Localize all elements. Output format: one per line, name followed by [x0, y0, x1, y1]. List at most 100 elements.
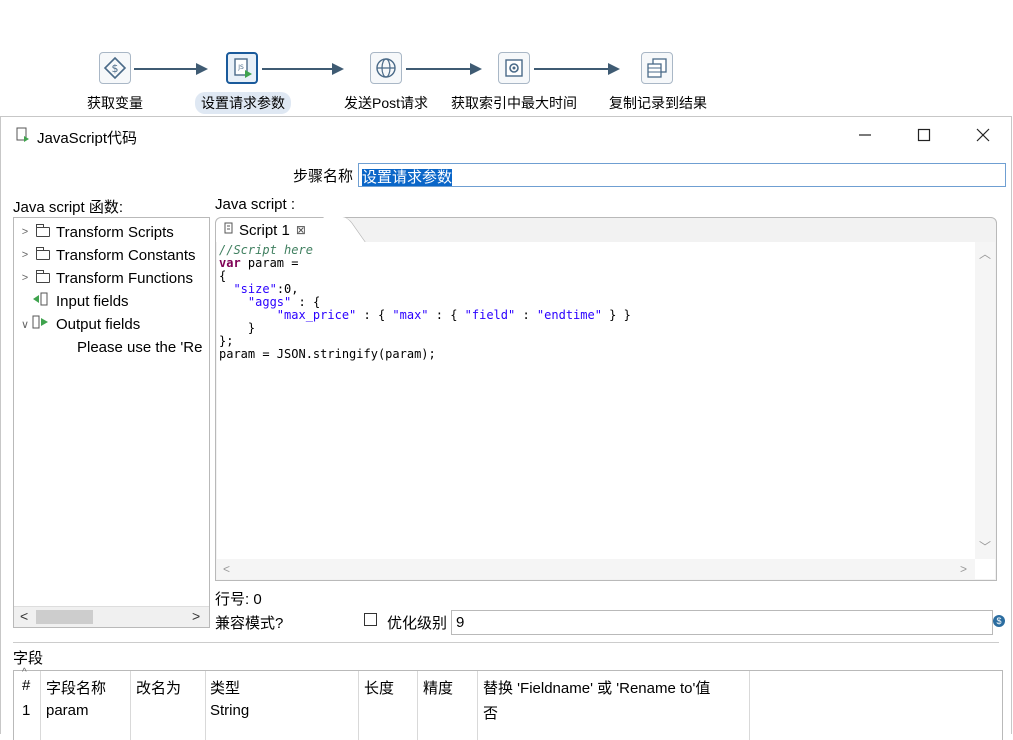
compat-mode-checkbox[interactable] — [364, 613, 377, 626]
code-text: } — [219, 321, 256, 335]
code-string: "size" — [233, 282, 277, 296]
close-tab-icon[interactable]: ⊠ — [296, 223, 306, 237]
transformation-canvas[interactable]: $ 获取变量 JS 设置请求参数 发送Post请求 获取索引中最大时间 复制记录… — [0, 0, 1013, 116]
column-divider — [130, 671, 131, 740]
tab-script-1[interactable]: Script 1 ⊠ — [216, 218, 344, 242]
column-header-precision[interactable]: 精度 — [423, 677, 453, 698]
scroll-left-icon[interactable]: < — [223, 562, 230, 576]
code-string: "aggs" — [247, 295, 292, 309]
step-label-set-request-params: 设置请求参数 — [195, 92, 291, 114]
step-get-variables[interactable]: $ — [96, 50, 136, 90]
cell-type[interactable]: String — [210, 702, 249, 719]
minimize-button[interactable] — [845, 121, 885, 149]
step-name-label: 步骤名称 — [293, 168, 354, 185]
code-text: : — [515, 308, 537, 322]
column-header-replace[interactable]: 替换 'Fieldname' 或 'Rename to'值 — [483, 677, 710, 698]
folder-icon — [36, 270, 50, 283]
scroll-right-icon[interactable]: > — [192, 608, 200, 624]
script-tab-icon — [224, 222, 234, 239]
code-keyword: var — [219, 256, 241, 270]
collapse-arrow-icon[interactable]: ∨ — [18, 318, 32, 331]
output-fields-icon — [32, 315, 56, 333]
step-copy-rows[interactable] — [638, 50, 678, 90]
column-divider — [205, 671, 206, 740]
script-code[interactable]: //Script here var param = { "size":0, "a… — [219, 244, 631, 361]
code-horizontal-scrollbar[interactable]: < > — [217, 559, 975, 579]
step-name-value: 设置请求参数 — [362, 169, 453, 186]
code-text: param = JSON.stringify(param); — [219, 347, 436, 361]
tree-item-hint[interactable]: Please use the 'Re — [77, 336, 202, 358]
column-divider — [358, 671, 359, 740]
close-icon — [976, 128, 990, 142]
column-header-num[interactable]: # — [22, 677, 30, 694]
tree-horizontal-scrollbar[interactable]: < > — [14, 606, 209, 627]
maximize-icon — [917, 128, 931, 142]
fields-table[interactable]: ^ # 字段名称 改名为 类型 长度 精度 替换 'Fieldname' 或 '… — [13, 667, 1003, 740]
step-set-request-params[interactable]: JS — [223, 50, 263, 90]
line-number-label: 行号: 0 — [215, 591, 262, 608]
expand-arrow-icon[interactable]: > — [18, 272, 32, 284]
column-header-length[interactable]: 长度 — [364, 677, 394, 698]
code-text: } } — [601, 308, 631, 322]
close-button[interactable] — [963, 121, 1003, 149]
step-send-post[interactable] — [367, 50, 407, 90]
scroll-up-icon[interactable]: ︿ — [979, 245, 991, 262]
hop-arrow — [134, 63, 208, 75]
scrollbar-thumb[interactable] — [36, 610, 93, 624]
optimization-level-value: 9 — [456, 614, 465, 631]
expand-arrow-icon[interactable]: > — [18, 249, 32, 261]
input-fields-icon — [32, 292, 56, 310]
expand-arrow-icon[interactable]: > — [18, 226, 32, 238]
code-text: param = — [240, 256, 299, 270]
optimization-level-input[interactable]: 9 — [451, 610, 993, 635]
tree-item-transform-constants[interactable]: > Transform Constants — [18, 244, 196, 266]
step-name-input[interactable]: 设置请求参数 — [358, 163, 1006, 187]
compat-mode-label: 兼容模式? — [215, 615, 284, 632]
svg-text:JS: JS — [237, 64, 244, 71]
tree-item-label: Transform Constants — [56, 246, 196, 264]
tree-item-label: Transform Scripts — [56, 223, 174, 241]
javascript-dialog: JavaScript代码 步骤名称 设置请求参数 Java script 函数:… — [0, 116, 1012, 740]
javascript-script-icon — [14, 127, 30, 148]
code-text: }; — [219, 334, 234, 348]
tree-item-input-fields[interactable]: Input fields — [18, 290, 129, 312]
step-get-max-time[interactable] — [495, 50, 535, 90]
functions-label: Java script 函数: — [13, 199, 124, 216]
tree-item-transform-functions[interactable]: > Transform Functions — [18, 267, 193, 289]
column-header-rename[interactable]: 改名为 — [136, 677, 181, 698]
dialog-title: JavaScript代码 — [37, 130, 138, 147]
step-label-copy-rows: 复制记录到结果 — [609, 95, 707, 111]
folder-icon — [36, 224, 50, 237]
scroll-right-icon[interactable]: > — [960, 562, 967, 576]
scroll-down-icon[interactable]: ﹀ — [979, 538, 991, 555]
code-string: "field" — [464, 308, 516, 322]
column-divider — [749, 671, 750, 740]
column-divider — [40, 671, 41, 740]
code-comment: //Script here — [219, 243, 313, 257]
scroll-left-icon[interactable]: < — [20, 608, 28, 624]
functions-tree[interactable]: > Transform Scripts > Transform Constant… — [13, 217, 210, 628]
code-vertical-scrollbar[interactable]: ︿ ﹀ — [975, 242, 995, 559]
column-divider — [477, 671, 478, 740]
cell-replace[interactable]: 否 — [483, 702, 498, 723]
code-text: :0, — [276, 282, 299, 296]
tree-item-transform-scripts[interactable]: > Transform Scripts — [18, 221, 174, 243]
column-header-type[interactable]: 类型 — [210, 677, 240, 698]
tree-item-output-fields[interactable]: ∨ Output fields — [18, 313, 140, 335]
tree-item-label: Transform Functions — [56, 269, 193, 287]
script-label: Java script : — [215, 196, 296, 213]
maximize-button[interactable] — [904, 121, 944, 149]
cell-field-name[interactable]: param — [46, 702, 89, 719]
step-label-get-variables: 获取变量 — [87, 95, 143, 111]
variable-icon[interactable]: $ — [993, 615, 1005, 627]
dialog-titlebar[interactable]: JavaScript代码 — [1, 117, 1011, 153]
http-post-icon — [370, 52, 402, 84]
code-editor[interactable]: //Script here var param = { "size":0, "a… — [217, 242, 995, 579]
row-number[interactable]: 1 — [22, 702, 30, 719]
get-variables-icon: $ — [99, 52, 131, 84]
hop-arrow — [262, 63, 344, 75]
code-text: : { — [291, 295, 321, 309]
column-header-field-name[interactable]: 字段名称 — [46, 677, 106, 698]
copy-rows-icon — [641, 52, 673, 84]
